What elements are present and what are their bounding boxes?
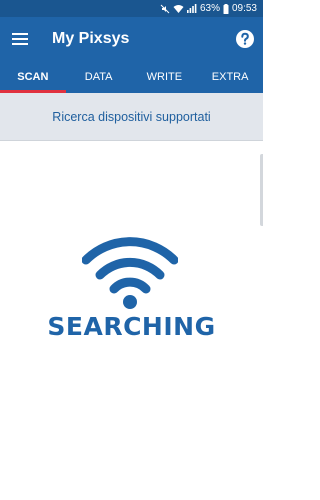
wifi-searching-icon: [82, 237, 178, 309]
status-time: 09:53: [231, 3, 257, 14]
mute-icon: [160, 4, 170, 14]
tab-write[interactable]: WRITE: [132, 61, 198, 93]
tab-scan[interactable]: SCAN: [0, 61, 66, 93]
searching-indicator: SEARCHING: [0, 230, 263, 350]
tab-bar: SCAN DATA WRITE EXTRA: [0, 61, 263, 93]
help-button[interactable]: [227, 17, 263, 61]
app-title: My Pixsys: [52, 30, 130, 47]
scan-subheader: Ricerca dispositivi supportati: [0, 93, 263, 141]
tab-label: SCAN: [17, 71, 49, 83]
tab-extra[interactable]: EXTRA: [197, 61, 263, 93]
tab-label: DATA: [84, 71, 113, 83]
tab-label: EXTRA: [211, 71, 249, 83]
status-bar: 63% 09:53: [0, 0, 263, 17]
battery-percent: 63%: [199, 3, 220, 14]
hamburger-menu-icon: [12, 33, 28, 45]
tab-label: WRITE: [146, 71, 183, 83]
wifi-signal-icon: [173, 4, 184, 13]
battery-icon: [223, 3, 229, 14]
menu-button[interactable]: [0, 17, 40, 61]
side-drawer-handle[interactable]: [260, 154, 263, 226]
subheader-text: Ricerca dispositivi supportati: [52, 109, 211, 124]
app-bar: My Pixsys: [0, 17, 263, 61]
help-icon: [236, 30, 254, 48]
cell-signal-icon: [186, 4, 197, 13]
searching-label: SEARCHING: [47, 312, 216, 341]
tab-data[interactable]: DATA: [66, 61, 132, 93]
